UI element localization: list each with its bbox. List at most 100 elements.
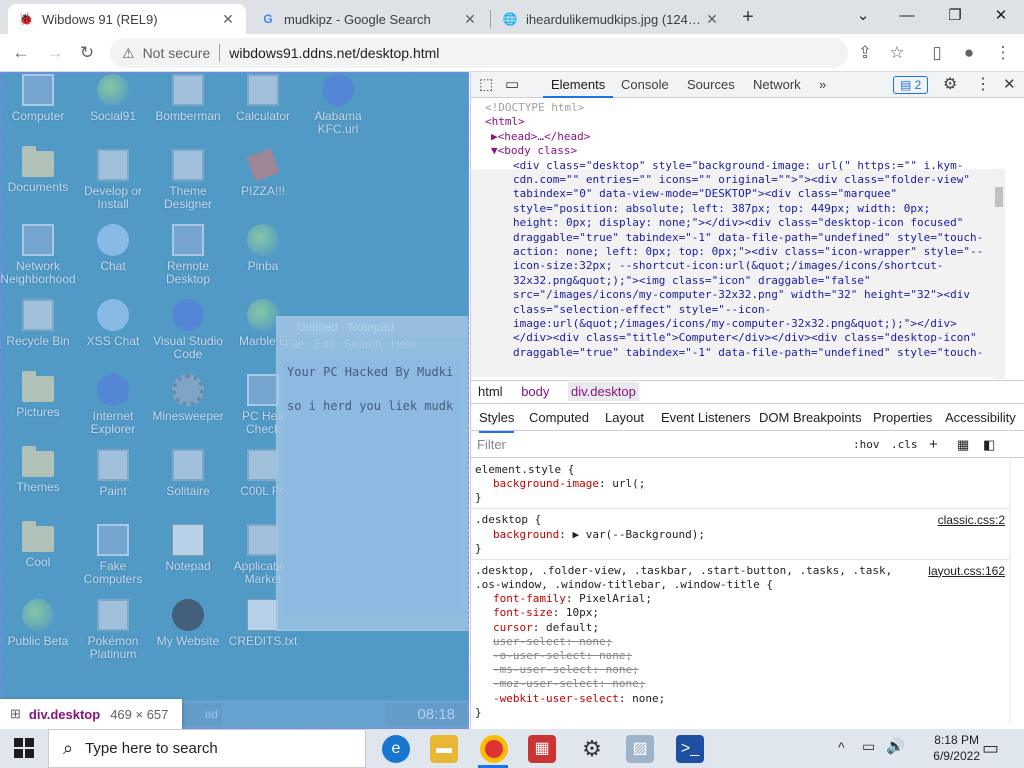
dom-line[interactable]: draggable="true" tabindex="-1" data-file… (513, 231, 983, 245)
style-declaration[interactable]: -webkit-user-select: none; (493, 692, 665, 706)
close-devtools-icon[interactable]: ✕ (1003, 72, 1016, 98)
style-declaration[interactable]: user-select: none; (493, 635, 612, 649)
office-icon[interactable]: ▦ (528, 735, 556, 763)
dom-line[interactable]: action: none; left: 0px; top: 0px;"><div… (513, 245, 983, 259)
rule-selector[interactable]: .desktop { (475, 513, 541, 527)
tab-search-icon[interactable]: ⌄ (840, 4, 886, 28)
tab-network[interactable]: Network (753, 72, 801, 98)
crumb-div-desktop[interactable]: div.desktop (568, 382, 639, 401)
dom-line[interactable]: tabindex="0" data-view-mode="DESKTOP"><d… (513, 187, 897, 201)
dom-line[interactable]: ▶<head>…</head> (491, 130, 590, 144)
bookmark-star-icon[interactable]: ☆ (884, 40, 910, 66)
dom-line[interactable]: style="position: absolute; left: 387px; … (513, 202, 930, 216)
forward-button[interactable]: → (42, 40, 68, 66)
tab-event-listeners[interactable]: Event Listeners (661, 405, 751, 431)
chrome-icon[interactable] (480, 735, 508, 763)
cls-toggle[interactable]: .cls (891, 432, 918, 458)
windows-start-icon[interactable] (14, 738, 34, 758)
notifications-icon[interactable]: ▭ (982, 738, 999, 759)
powershell-icon[interactable]: >_ (676, 735, 704, 763)
image-viewer-icon[interactable]: ▨ (626, 735, 654, 763)
back-button[interactable]: ← (8, 40, 34, 66)
style-declaration[interactable]: background: ▶ var(--Background); (493, 528, 705, 542)
share-icon[interactable]: ⇪ (852, 40, 878, 66)
desktop[interactable]: Computer Social91 Bomberman Calculator Alaba… (0, 72, 469, 729)
tab-dom-breakpoints[interactable]: DOM Breakpoints (759, 405, 862, 431)
dom-line[interactable]: icon-size:32px; --shortcut-icon:url(&quo… (513, 259, 943, 273)
tray-chevron-icon[interactable]: ^ (838, 739, 845, 755)
close-tab-icon[interactable]: ✕ (462, 11, 478, 28)
tab-layout[interactable]: Layout (605, 405, 644, 431)
more-tabs-icon[interactable]: » (819, 72, 826, 98)
dom-line[interactable]: 32x32.png&quot;);"><img class="icon" dra… (513, 274, 871, 288)
dom-line[interactable]: <div class="desktop" style="background-i… (513, 159, 963, 173)
toggle-sidebar-icon[interactable]: ◧ (983, 432, 995, 458)
dom-line[interactable]: src="/images/icons/my-computer-32x32.png… (513, 288, 970, 302)
minimize-button[interactable]: — (884, 4, 930, 28)
inspect-element-icon[interactable]: ⬚ (479, 72, 493, 98)
close-window-button[interactable]: ✕ (978, 4, 1024, 28)
styles-pane[interactable]: element.style {background-image: url(;}.… (471, 459, 1011, 729)
style-declaration[interactable]: -moz-user-select: none; (493, 677, 645, 691)
devtools-menu-icon[interactable]: ⋮ (975, 72, 991, 98)
profile-avatar-icon[interactable]: ● (956, 40, 982, 66)
style-declaration[interactable]: background-image: url(; (493, 477, 645, 491)
dom-line[interactable]: </div><div class="title">Computer</div><… (513, 331, 977, 345)
filter-input[interactable]: Filter (477, 432, 506, 458)
restore-button[interactable]: ❐ (932, 4, 978, 28)
edge-icon[interactable]: e (382, 735, 410, 763)
settings-gear-icon[interactable]: ⚙ (943, 72, 957, 98)
add-rule-icon[interactable]: + (929, 432, 938, 458)
rule-selector[interactable]: .desktop, .folder-view, .taskbar, .start… (475, 564, 892, 578)
tab-sources[interactable]: Sources (687, 72, 735, 98)
new-tab-button[interactable]: + (736, 6, 760, 30)
styles-scroll-track[interactable] (1009, 459, 1011, 724)
elements-dom-tree[interactable]: <!DOCTYPE html> <html> ▶<head>…</head> ▼<bo… (471, 99, 1011, 379)
rule-source-link[interactable]: classic.css:2 (938, 513, 1005, 527)
property-name: -moz-user-select (493, 677, 599, 691)
computed-styles-icon[interactable]: ▦ (957, 432, 969, 458)
dom-line[interactable]: ▼<body class> (491, 144, 577, 158)
tab-properties[interactable]: Properties (873, 405, 932, 431)
crumb-html[interactable]: html (478, 384, 503, 399)
system-clock[interactable]: 8:18 PM 6/9/2022 (933, 732, 980, 764)
close-tab-icon[interactable]: ✕ (704, 11, 720, 28)
style-declaration[interactable]: font-family: PixelArial; (493, 592, 652, 606)
dom-line[interactable]: image:url(&quot;/images/icons/my-compute… (513, 317, 957, 331)
menu-kebab-icon[interactable]: ⋮ (990, 40, 1016, 66)
style-declaration[interactable]: font-size: 10px; (493, 606, 599, 620)
reload-button[interactable]: ↻ (74, 40, 100, 66)
hov-toggle[interactable]: :hov (853, 432, 880, 458)
network-icon[interactable]: ▭ (862, 738, 875, 755)
dom-scroll-thumb[interactable] (995, 187, 1003, 207)
tab-wibdows[interactable]: 🐞 Wibdows 91 (REL9) ✕ (8, 4, 246, 34)
tab-elements[interactable]: Elements (543, 72, 614, 98)
dom-line[interactable]: draggable="true" tabindex="-1" data-file… (513, 346, 983, 360)
side-panel-icon[interactable]: ▯ (924, 40, 950, 66)
tab-google-search[interactable]: G mudkipz - Google Search ✕ (250, 4, 488, 34)
dom-line[interactable]: <!DOCTYPE html> (485, 101, 584, 115)
address-bar[interactable]: ⚠ Not secure wibdows91.ddns.net/desktop.… (110, 38, 848, 68)
dom-line[interactable]: cdn.com="" entries="" icons="" original=… (513, 173, 970, 187)
device-toolbar-icon[interactable]: ▭ (505, 72, 519, 98)
file-explorer-icon[interactable]: ▬ (430, 735, 458, 763)
dom-line[interactable]: class="selection-effect" style="--icon- (513, 303, 771, 317)
dom-line[interactable]: <html> (485, 115, 525, 129)
issues-badge[interactable]: ▤ 2 (893, 76, 929, 94)
tab-computed[interactable]: Computed (529, 405, 589, 431)
tab-image[interactable]: 🌐 iheardulikemudkips.jpg (1247×7( ✕ (492, 4, 730, 34)
crumb-body[interactable]: body (521, 384, 549, 399)
settings-gear-icon[interactable]: ⚙ (578, 735, 606, 763)
style-declaration[interactable]: -ms-user-select: none; (493, 663, 639, 677)
rule-source-link[interactable]: layout.css:162 (928, 564, 1005, 578)
tab-console[interactable]: Console (621, 72, 669, 98)
dom-line[interactable]: height: 0px; display: none;"></div><div … (513, 216, 963, 230)
style-declaration[interactable]: -o-user-select: none; (493, 649, 632, 663)
windows-search-box[interactable]: ⌕ Type here to search (48, 729, 366, 768)
tab-accessibility[interactable]: Accessibility (945, 405, 1016, 431)
rule-selector[interactable]: element.style { (475, 463, 574, 477)
volume-icon[interactable]: 🔊 (886, 737, 905, 755)
style-declaration[interactable]: cursor: default; (493, 621, 599, 635)
tab-styles[interactable]: Styles (479, 405, 515, 433)
close-tab-icon[interactable]: ✕ (220, 11, 236, 28)
